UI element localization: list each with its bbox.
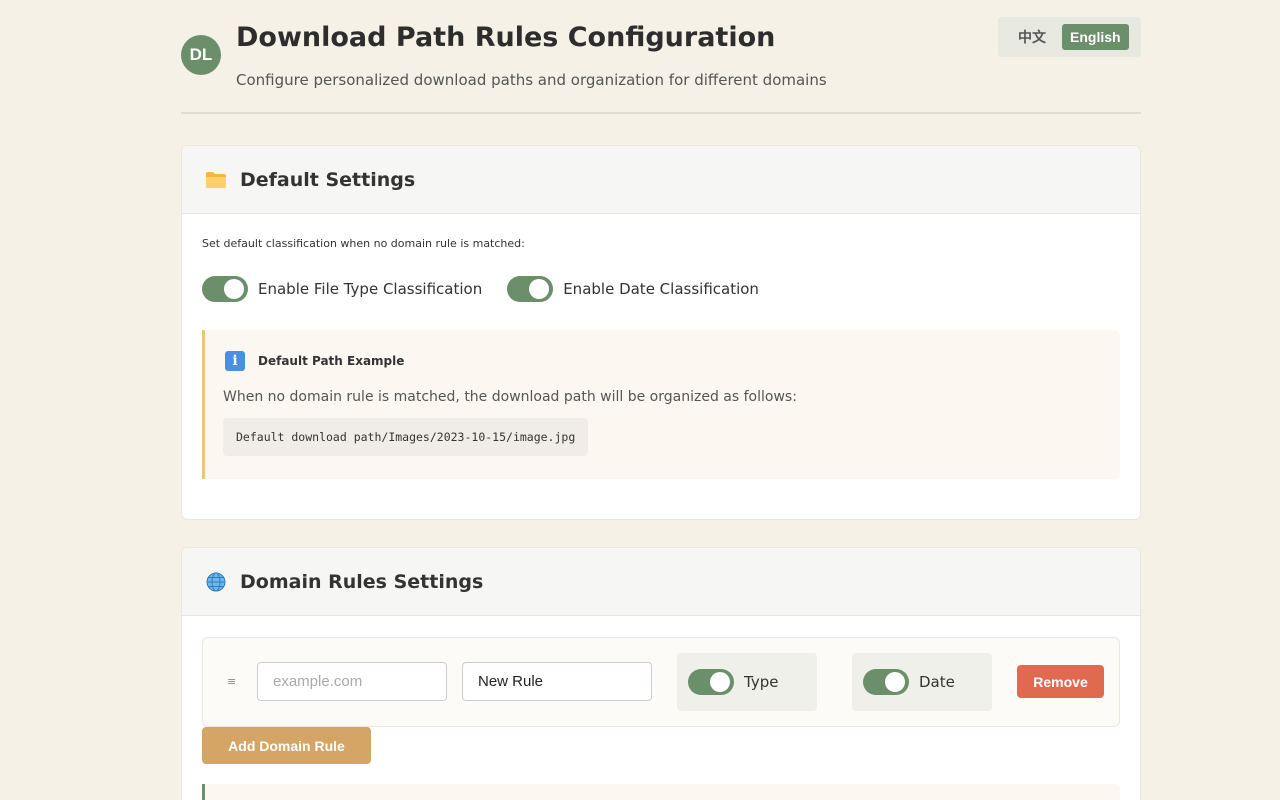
default-settings-title: Default Settings xyxy=(240,168,416,191)
domain-rules-card: Domain Rules Settings ≡ Type Date Remove… xyxy=(181,547,1141,800)
default-settings-description: Set default classification when no domai… xyxy=(202,237,525,250)
folder-icon xyxy=(204,168,228,192)
add-domain-rule-button[interactable]: Add Domain Rule xyxy=(202,727,371,764)
example-code: Default download path/Images/2023-10-15/… xyxy=(223,418,589,456)
type-option: Type xyxy=(677,653,817,711)
toggle-knob xyxy=(710,672,730,692)
date-classification-label: Enable Date Classification xyxy=(563,280,759,298)
default-path-example: i Default Path Example When no domain ru… xyxy=(202,330,1120,479)
file-type-classification-toggle[interactable] xyxy=(202,276,248,302)
domain-input[interactable] xyxy=(257,662,447,701)
page-header: DL Download Path Rules Configuration Con… xyxy=(181,0,1141,114)
lang-button-english[interactable]: English xyxy=(1062,24,1129,50)
date-classification-toggle[interactable] xyxy=(507,276,554,302)
remove-rule-button[interactable]: Remove xyxy=(1017,665,1104,698)
date-option: Date xyxy=(852,653,992,711)
info-icon: i xyxy=(225,351,245,371)
file-type-classification-label: Enable File Type Classification xyxy=(258,280,483,298)
domain-rule-row: ≡ Type Date Remove xyxy=(202,637,1120,727)
page-title: Download Path Rules Configuration xyxy=(236,22,776,53)
drag-handle-icon[interactable]: ≡ xyxy=(227,675,236,688)
page-container: DL Download Path Rules Configuration Con… xyxy=(181,0,1141,800)
rule-type-toggle[interactable] xyxy=(688,669,734,695)
rule-date-toggle[interactable] xyxy=(863,669,909,695)
date-toggle-group: Enable Date Classification xyxy=(507,276,759,302)
rule-name-input[interactable] xyxy=(462,662,652,701)
domain-rules-info-box xyxy=(202,784,1120,800)
rule-date-label: Date xyxy=(919,673,955,691)
example-header: i Default Path Example xyxy=(223,330,1120,371)
example-title: Default Path Example xyxy=(258,354,405,368)
app-logo: DL xyxy=(181,35,221,75)
default-settings-card: Default Settings Set default classificat… xyxy=(181,145,1141,520)
example-text: When no domain rule is matched, the down… xyxy=(223,389,797,405)
lang-button-chinese[interactable]: 中文 xyxy=(1010,22,1054,52)
toggle-knob xyxy=(529,279,550,299)
default-toggles: Enable File Type Classification Enable D… xyxy=(202,276,1120,302)
domain-rules-header: Domain Rules Settings xyxy=(182,548,1140,616)
language-switcher: 中文 English xyxy=(998,17,1141,57)
toggle-knob xyxy=(885,672,905,692)
rule-type-label: Type xyxy=(744,673,779,691)
default-settings-header: Default Settings xyxy=(182,146,1140,214)
default-settings-body: Set default classification when no domai… xyxy=(182,237,1140,479)
domain-rules-title: Domain Rules Settings xyxy=(240,570,484,593)
toggle-knob xyxy=(224,279,244,299)
page-subtitle: Configure personalized download paths an… xyxy=(236,71,827,89)
globe-icon xyxy=(204,570,228,594)
file-type-toggle-group: Enable File Type Classification xyxy=(202,276,482,302)
